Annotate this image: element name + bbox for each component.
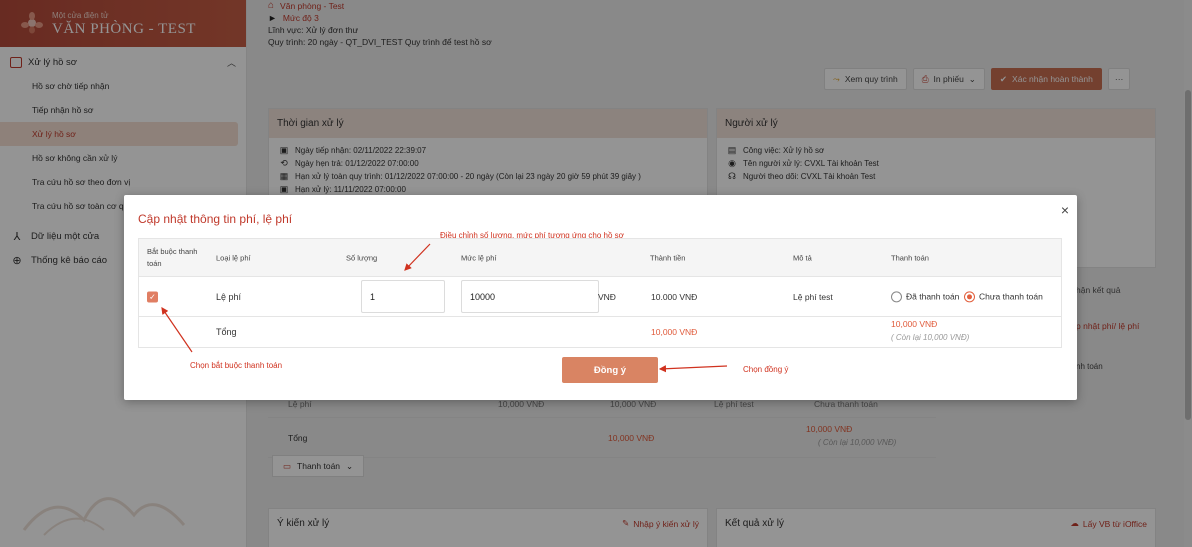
paid-radio-option[interactable]: Đã thanh toán — [891, 291, 959, 303]
total-label: Tổng — [216, 327, 237, 337]
description-value: Lệ phí test — [793, 291, 833, 302]
currency-label: VNĐ — [598, 291, 616, 302]
table-row: ✓ Lệ phí 1 10000 VNĐ 10.000 VNĐ Lệ phí t… — [139, 277, 1061, 317]
modal-title: Cập nhật thông tin phí, lệ phí — [138, 212, 293, 226]
col-payment: Thanh toán — [891, 253, 929, 262]
col-fee-amount: Mức lệ phí — [461, 253, 497, 262]
col-required: Bắt buộc thanh toán — [147, 246, 198, 268]
total-value: 10.000 VNĐ — [651, 291, 698, 302]
unpaid-radio-option[interactable]: Chưa thanh toán — [964, 291, 1043, 303]
radio-unchecked-icon[interactable] — [891, 291, 902, 303]
fee-table: Bắt buộc thanh toán Loại lệ phí Số lượng… — [138, 238, 1062, 348]
fee-type-value: Lệ phí — [216, 291, 242, 302]
remaining-amount: ( Còn lại 10,000 VNĐ) — [891, 333, 970, 342]
col-total: Thành tiền — [650, 253, 686, 262]
fee-table-header: Bắt buộc thanh toán Loại lệ phí Số lượng… — [139, 239, 1061, 277]
fee-amount-input[interactable]: 10000 — [461, 280, 599, 313]
close-icon[interactable]: × — [1061, 202, 1069, 218]
agree-button[interactable]: Đồng ý — [562, 357, 658, 383]
annotation-choose-required: Chọn bắt buộc thanh toán — [190, 361, 283, 370]
total-amount: 10,000 VNĐ — [651, 327, 698, 337]
col-quantity: Số lượng — [346, 253, 378, 262]
quantity-input[interactable]: 1 — [361, 280, 445, 313]
required-checkbox[interactable]: ✓ — [147, 291, 158, 302]
fee-update-modal: Cập nhật thông tin phí, lệ phí × Điều ch… — [124, 195, 1077, 400]
table-row-total: Tổng 10,000 VNĐ 10,000 VNĐ ( Còn lại 10,… — [139, 317, 1061, 347]
radio-checked-icon[interactable] — [964, 291, 975, 303]
col-fee-type: Loại lệ phí — [216, 253, 251, 262]
col-description: Mô tả — [793, 253, 812, 262]
payment-amount: 10,000 VNĐ — [891, 319, 938, 329]
annotation-choose-agree: Chọn đồng ý — [743, 365, 789, 374]
